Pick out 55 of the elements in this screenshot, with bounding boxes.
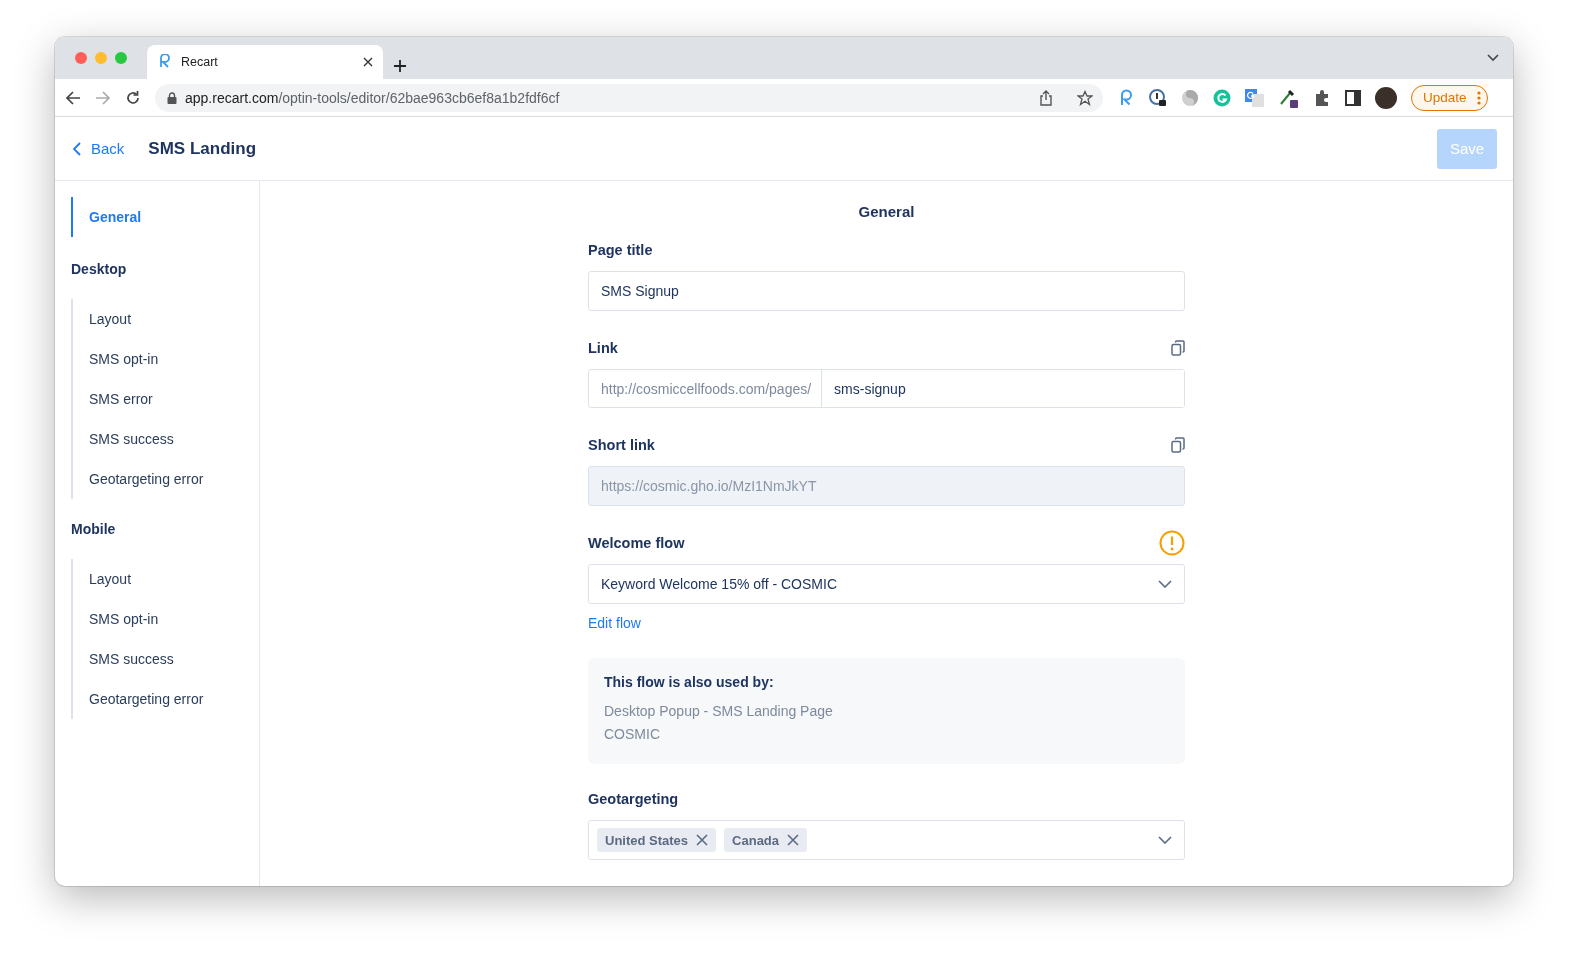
welcome-flow-dropdown[interactable]: Keyword Welcome 15% off - COSMIC xyxy=(588,564,1185,604)
tag-label: United States xyxy=(605,832,689,848)
info-title: This flow is also used by: xyxy=(604,674,775,690)
sidebar-item[interactable]: SMS success xyxy=(71,639,259,679)
field-label: Geotargeting xyxy=(588,791,679,807)
field-label: Page title xyxy=(588,242,653,258)
flow-usage-text: Desktop Popup - SMS Landing Page xyxy=(604,702,834,721)
share-icon[interactable] xyxy=(1039,89,1053,106)
remove-icon[interactable] xyxy=(787,834,800,846)
star-icon[interactable] xyxy=(1077,89,1093,106)
kebab-menu-icon xyxy=(1476,90,1481,105)
flow-usage-text: COSMIC xyxy=(604,725,661,744)
section-heading: Mobile xyxy=(71,521,117,539)
edit-flow-link[interactable]: Edit flow xyxy=(588,615,641,631)
url-text: app.recart.com/optin-tools/editor/62bae963cb6ef8a1b2fdf6cf xyxy=(185,89,561,106)
page-title-field[interactable]: SMS Signup xyxy=(588,271,1185,311)
section-title: General xyxy=(857,203,916,220)
browser-tab[interactable]: Recart xyxy=(147,45,383,79)
remove-icon[interactable] xyxy=(696,834,709,846)
sidebar-item[interactable]: General xyxy=(71,197,259,237)
link-field[interactable]: http://cosmiccellfoods.com/pages/ sms-signup xyxy=(588,369,1185,408)
reload-icon[interactable] xyxy=(125,89,141,106)
copy-icon[interactable] xyxy=(1171,437,1185,453)
recart-logo-icon xyxy=(157,54,173,70)
sidebar-item[interactable]: Geotargeting error xyxy=(71,459,259,499)
copy-icon[interactable] xyxy=(1171,340,1185,356)
translate-extension-icon[interactable] xyxy=(1245,88,1265,107)
tag-label: Canada xyxy=(732,832,780,848)
close-icon[interactable] xyxy=(363,57,373,67)
sidebar-item[interactable]: Layout xyxy=(71,559,259,599)
address-bar[interactable]: app.recart.com/optin-tools/editor/62bae963cb6ef8a1b2fdf6cf xyxy=(155,83,1103,112)
back-arrow-icon[interactable] xyxy=(65,89,81,106)
geotargeting-select[interactable]: United States Canada xyxy=(588,820,1185,860)
new-tab-icon[interactable] xyxy=(393,59,407,73)
lock-icon xyxy=(167,91,177,104)
chevron-down-icon[interactable] xyxy=(1487,54,1499,62)
section-heading: Desktop xyxy=(71,261,128,279)
chevron-down-icon[interactable] xyxy=(1158,836,1172,844)
sidebar-item[interactable]: Geotargeting error xyxy=(71,679,259,719)
page-title: SMS Landing xyxy=(148,138,258,159)
sidebar-item[interactable]: Layout xyxy=(71,299,259,339)
sidebar-item[interactable]: SMS success xyxy=(71,419,259,459)
field-label: Welcome flow xyxy=(588,535,685,551)
sidebar-item[interactable]: SMS opt-in xyxy=(71,599,259,639)
sidebar-item[interactable]: SMS error xyxy=(71,379,259,419)
sidebar-item[interactable]: SMS opt-in xyxy=(71,339,259,379)
eyedropper-extension-icon[interactable] xyxy=(1279,87,1299,108)
field-label: Link xyxy=(588,340,618,356)
back-link[interactable]: Back xyxy=(73,140,125,157)
side-panel-icon[interactable] xyxy=(1345,89,1361,106)
chevron-left-icon xyxy=(73,141,81,156)
field-label: Short link xyxy=(588,437,655,453)
chevron-down-icon[interactable] xyxy=(1158,580,1172,588)
puzzle-piece-icon[interactable] xyxy=(1313,88,1331,107)
avatar-icon[interactable] xyxy=(1375,86,1397,109)
